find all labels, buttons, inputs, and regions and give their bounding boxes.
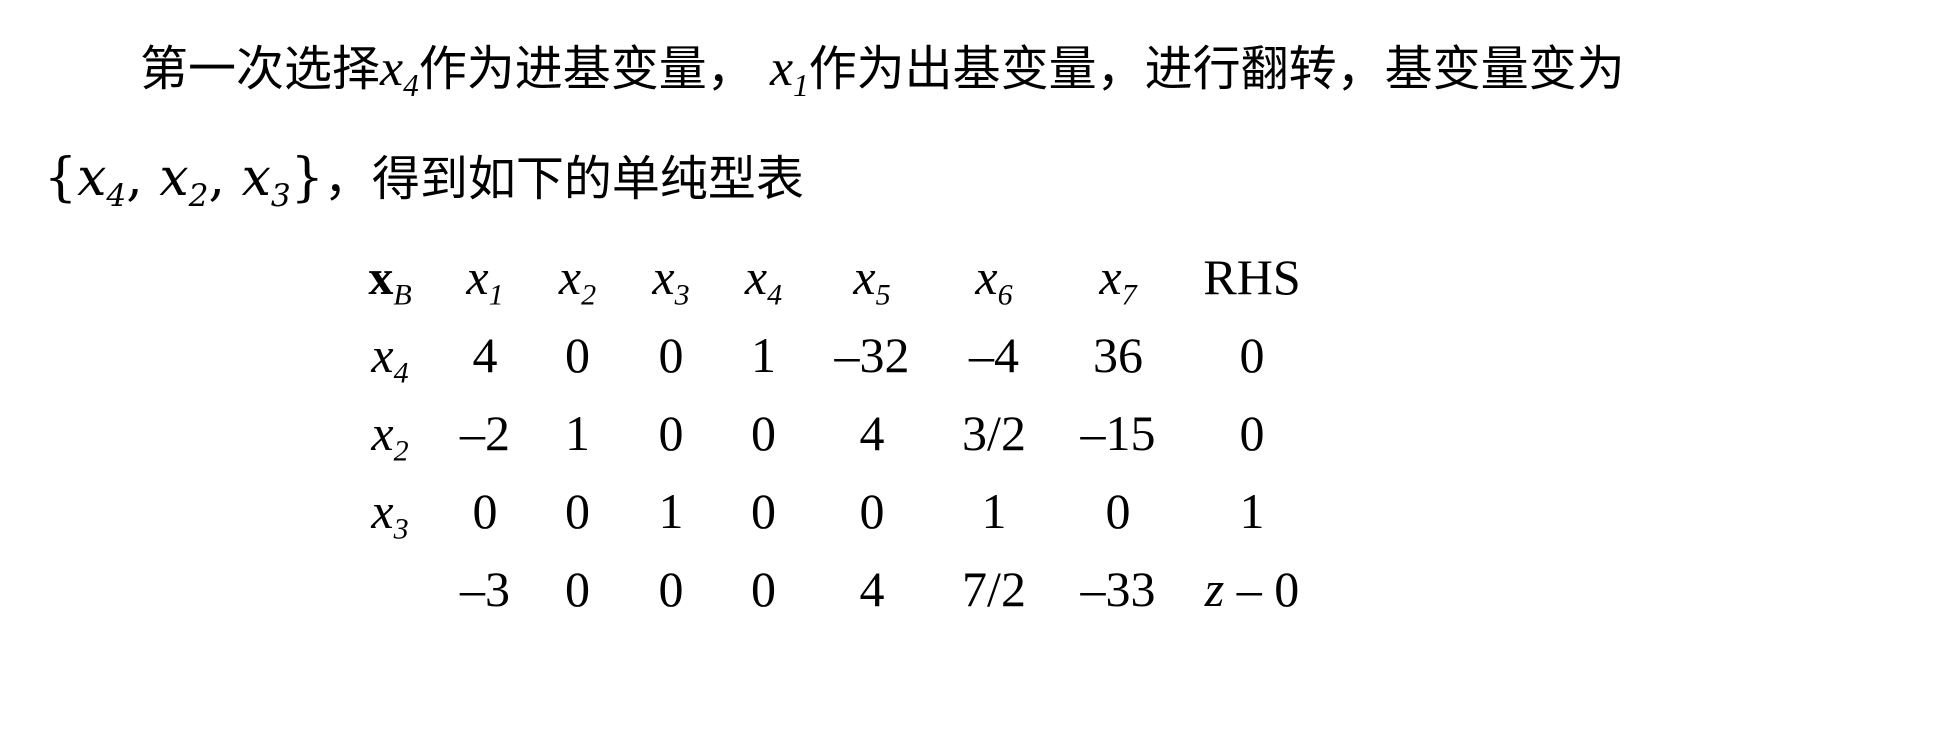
- brace-close: }: [290, 148, 324, 208]
- var-subscript: 4: [393, 356, 409, 390]
- var-letter: x: [371, 327, 394, 383]
- table-cell: 0: [658, 327, 684, 383]
- table-cell: 0: [658, 561, 684, 617]
- table-cell: 4: [472, 327, 498, 383]
- row-basis-variable: x3: [340, 472, 440, 550]
- objective-expression: – 0: [1224, 561, 1300, 617]
- table-cell: –2: [460, 405, 510, 461]
- table-cell: 0: [751, 405, 776, 461]
- var-subscript: 4: [106, 177, 127, 214]
- var-letter: x: [769, 40, 794, 97]
- text-segment: 第一次选择: [140, 41, 381, 97]
- column-header: x2: [530, 238, 625, 316]
- brace-open: {: [44, 148, 78, 208]
- table-cell: –3: [460, 561, 510, 617]
- objective-variable: z: [1204, 561, 1225, 617]
- table-cell: –15: [1080, 405, 1156, 461]
- simplex-tableau: xB x1 x2 x3 x4 x5 x6 x7 RHS x4 4 0 0 1 –…: [340, 238, 1322, 628]
- text-segment: ，得到如下的单纯型表: [323, 151, 804, 207]
- basis-header-letter: x: [368, 249, 394, 305]
- table-cell: –32: [834, 327, 910, 383]
- basis-header: xB: [340, 238, 440, 316]
- table-cell: 1: [751, 327, 776, 383]
- empty-basis-cell: [340, 550, 440, 628]
- text-segment: 作为进基变量，: [418, 41, 770, 97]
- column-header: x3: [625, 238, 717, 316]
- column-header: x1: [440, 238, 530, 316]
- text-segment: 作为出基变量，进行翻转，基变量变为: [808, 41, 1625, 97]
- table-cell: 0: [658, 405, 684, 461]
- var-subscript: 2: [581, 278, 597, 312]
- rhs-cell: 1: [1239, 483, 1265, 539]
- column-header: x4: [717, 238, 810, 316]
- table-cell: 0: [565, 327, 590, 383]
- var-letter: x: [380, 40, 404, 97]
- var-letter: x: [371, 483, 394, 539]
- table-row: x3 0 0 1 0 0 1 0 1: [340, 472, 1322, 550]
- table-cell: –33: [1080, 561, 1156, 617]
- var-subscript: 1: [793, 67, 809, 103]
- separator: ,: [208, 148, 242, 208]
- var-subscript: 4: [767, 278, 783, 312]
- table-cell: 1: [658, 483, 684, 539]
- rhs-header: RHS: [1203, 249, 1301, 305]
- var-letter: x: [558, 249, 582, 305]
- table-cell: 0: [1105, 483, 1131, 539]
- table-cell: 0: [472, 483, 498, 539]
- var-letter: x: [241, 148, 271, 208]
- column-header: x5: [810, 238, 934, 316]
- paragraph-line-2: {x4, x2, x3}，得到如下的单纯型表: [44, 143, 804, 214]
- var-letter: x: [853, 249, 876, 305]
- math-variable: x1: [769, 40, 809, 101]
- var-subscript: 2: [188, 177, 209, 214]
- table-cell: 0: [859, 483, 885, 539]
- var-letter: x: [744, 249, 768, 305]
- objective-rhs-cell: z – 0: [1182, 550, 1322, 628]
- var-letter: x: [1099, 249, 1122, 305]
- paragraph-line-1: 第一次选择x4作为进基变量， x1作为出基变量，进行翻转，基变量变为: [140, 34, 1625, 104]
- rhs-cell: 0: [1239, 327, 1265, 383]
- var-letter: x: [77, 148, 107, 208]
- row-basis-variable: x2: [340, 394, 440, 472]
- var-letter: x: [652, 249, 675, 305]
- column-header: x7: [1054, 238, 1182, 316]
- table-cell: 0: [751, 561, 776, 617]
- var-subscript: 5: [875, 278, 891, 312]
- var-subscript: 4: [403, 67, 419, 103]
- table-cell: 4: [859, 561, 885, 617]
- row-basis-variable: x4: [340, 316, 440, 394]
- var-letter: x: [466, 249, 489, 305]
- var-letter: x: [159, 148, 189, 208]
- objective-row: –3 0 0 0 4 7/2 –33 z – 0: [340, 550, 1322, 628]
- var-subscript: 6: [997, 278, 1013, 312]
- var-subscript: 3: [674, 278, 690, 312]
- table-cell: 1: [565, 405, 590, 461]
- separator: ,: [126, 148, 160, 208]
- table-header-row: xB x1 x2 x3 x4 x5 x6 x7 RHS: [340, 238, 1322, 316]
- table-cell: 1: [981, 483, 1007, 539]
- math-variable: x4: [380, 40, 419, 101]
- table-cell: 3/2: [962, 405, 1026, 461]
- table-row: x4 4 0 0 1 –32 –4 36 0: [340, 316, 1322, 394]
- table-cell: 0: [565, 561, 590, 617]
- table-cell: 4: [859, 405, 885, 461]
- var-subscript: 1: [488, 278, 504, 312]
- table-cell: 36: [1093, 327, 1143, 383]
- table-row: x2 –2 1 0 0 4 3/2 –15 0: [340, 394, 1322, 472]
- var-subscript: 7: [1121, 278, 1137, 312]
- table-cell: 0: [751, 483, 776, 539]
- table-cell: 0: [565, 483, 590, 539]
- basis-header-subscript: B: [393, 278, 412, 312]
- rhs-cell: 0: [1239, 405, 1265, 461]
- table-cell: 7/2: [962, 561, 1026, 617]
- var-letter: x: [975, 249, 998, 305]
- var-subscript: 3: [270, 177, 291, 214]
- column-header: x6: [934, 238, 1054, 316]
- var-subscript: 2: [393, 434, 409, 468]
- table-cell: –4: [969, 327, 1019, 383]
- var-subscript: 3: [393, 512, 409, 546]
- var-letter: x: [371, 405, 394, 461]
- basis-set: {x4, x2, x3}: [44, 148, 324, 212]
